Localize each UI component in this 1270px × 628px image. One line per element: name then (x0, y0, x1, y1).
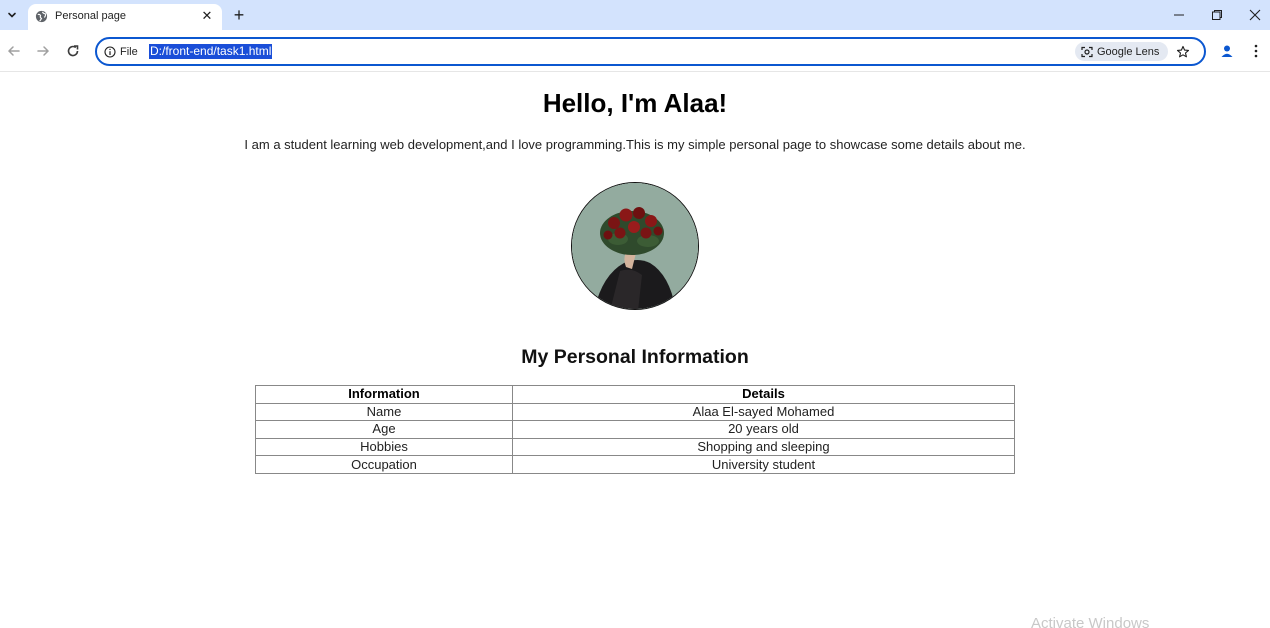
table-row: Name Alaa El-sayed Mohamed (255, 402, 1015, 422)
info-icon (104, 46, 116, 58)
kebab-menu-icon (1254, 44, 1258, 58)
section-heading: My Personal Information (521, 346, 749, 368)
browser-menu-button[interactable] (1248, 41, 1264, 61)
table-header-row: Information Details (255, 385, 1015, 404)
scheme-label: File (120, 46, 138, 58)
table-cell: Hobbies (255, 437, 513, 457)
table-cell: University student (512, 455, 1015, 474)
restore-icon (1212, 10, 1222, 20)
minimize-button[interactable] (1168, 5, 1190, 25)
star-icon (1176, 45, 1190, 57)
lens-icon (1081, 46, 1093, 57)
chevron-down-icon (8, 12, 16, 18)
window-close-icon (1249, 9, 1261, 21)
site-info-button[interactable]: File (104, 43, 138, 61)
minimize-icon (1174, 14, 1184, 16)
forward-arrow-icon (37, 46, 50, 56)
table-cell: Alaa El-sayed Mohamed (512, 402, 1015, 422)
forward-button[interactable] (33, 41, 53, 61)
address-bar[interactable]: File D:/front-end/task1.html Google Lens (95, 37, 1206, 66)
table-cell: 20 years old (512, 420, 1015, 439)
profile-photo-image (572, 183, 698, 309)
table-cell: Age (255, 420, 513, 439)
profile-icon (1221, 45, 1233, 57)
reload-button[interactable] (63, 41, 83, 61)
table-row: Occupation University student (255, 455, 1015, 474)
globe-icon (35, 10, 48, 23)
tab-personal-page[interactable]: Personal page ✕ (28, 4, 222, 30)
tab-strip: Personal page ✕ + (0, 0, 1270, 30)
restore-button[interactable] (1206, 5, 1228, 25)
profile-button[interactable] (1217, 41, 1237, 61)
windows-activation-watermark: Activate Windows (1031, 615, 1150, 628)
tab-title: Personal page (55, 10, 126, 22)
page-heading: Hello, I'm Alaa! (542, 88, 728, 118)
google-lens-button[interactable]: Google Lens (1075, 42, 1168, 61)
intro-paragraph: I am a student learning web development,… (244, 137, 1026, 152)
reload-icon (67, 45, 79, 57)
table-cell: Name (255, 402, 513, 422)
page-viewport: Hello, I'm Alaa! I am a student learning… (0, 72, 1270, 628)
table-row: Age 20 years old (255, 420, 1015, 439)
table-cell: Shopping and sleeping (512, 437, 1015, 457)
table-row: Hobbies Shopping and sleeping (255, 437, 1015, 457)
google-lens-label: Google Lens (1097, 45, 1160, 58)
personal-info-table: Information Details Name Alaa El-sayed M… (255, 385, 1015, 474)
profile-photo (571, 182, 699, 310)
plus-icon[interactable]: + (230, 6, 248, 24)
browser-toolbar: File D:/front-end/task1.html Google Lens (0, 30, 1270, 72)
back-arrow-icon (7, 46, 20, 56)
close-icon[interactable]: ✕ (200, 9, 214, 23)
tab-search-button[interactable] (3, 4, 21, 26)
window-close-button[interactable] (1244, 5, 1266, 25)
bookmark-button[interactable] (1174, 42, 1192, 61)
column-header-information: Information (255, 385, 513, 404)
column-header-details: Details (512, 385, 1015, 404)
url-text[interactable]: D:/front-end/task1.html (149, 44, 273, 59)
table-cell: Occupation (255, 455, 513, 474)
back-button[interactable] (4, 41, 24, 61)
